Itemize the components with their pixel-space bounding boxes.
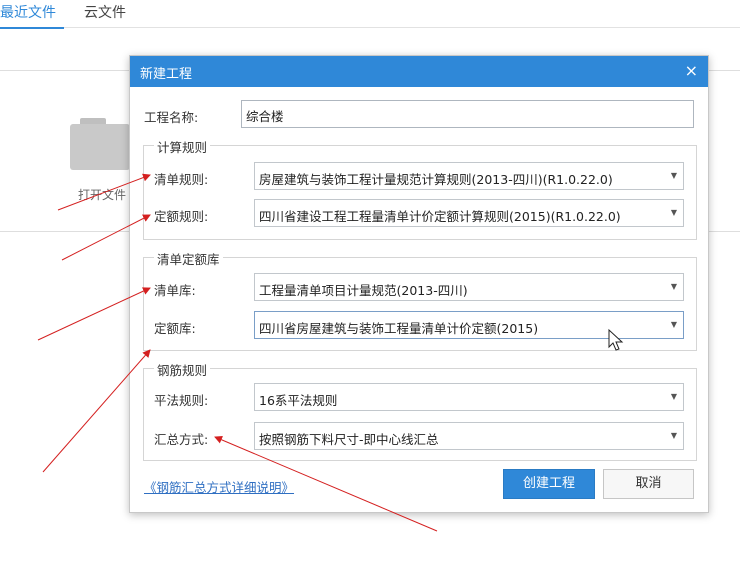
open-file-label[interactable]: 打开文件 <box>78 186 126 203</box>
chevron-down-icon: ▼ <box>670 208 677 217</box>
chevron-down-icon: ▼ <box>670 171 677 180</box>
close-icon[interactable]: × <box>685 61 698 80</box>
qingdan-rule-label: 清单规则: <box>154 172 209 187</box>
cancel-button[interactable]: 取消 <box>603 469 694 499</box>
dinge-rule-select[interactable]: 四川省建设工程工程量清单计价定额计算规则(2015)(R1.0.22.0) ▼ <box>254 199 684 227</box>
summary-method-select[interactable]: 按照钢筋下料尺寸-即中心线汇总 ▼ <box>254 422 684 450</box>
folder-icon[interactable] <box>70 118 130 170</box>
project-name-label: 工程名称: <box>144 110 199 125</box>
pingfa-rule-select[interactable]: 16系平法规则 ▼ <box>254 383 684 411</box>
file-tabs: 最近文件 云文件 <box>0 0 740 29</box>
rebar-rules-group: 钢筋规则 平法规则: 16系平法规则 ▼ 汇总方式: 按照钢筋下料尺寸-即中心线… <box>143 360 697 461</box>
chevron-down-icon: ▼ <box>670 431 677 440</box>
chevron-down-icon: ▼ <box>670 282 677 291</box>
dialog-titlebar: 新建工程 × <box>130 56 708 87</box>
qingdan-rule-value: 房屋建筑与装饰工程计量规范计算规则(2013-四川)(R1.0.22.0) <box>259 172 613 187</box>
libraries-title: 清单定额库 <box>154 249 223 268</box>
summary-method-value: 按照钢筋下料尺寸-即中心线汇总 <box>259 432 439 447</box>
calc-rules-group: 计算规则 清单规则: 房屋建筑与装饰工程计量规范计算规则(2013-四川)(R1… <box>143 137 697 240</box>
qingdan-lib-value: 工程量清单项目计量规范(2013-四川) <box>259 283 468 298</box>
project-name-input[interactable]: 综合楼 <box>241 100 694 128</box>
dinge-lib-value: 四川省房屋建筑与装饰工程量清单计价定额(2015) <box>259 321 539 336</box>
pingfa-rule-label: 平法规则: <box>154 393 209 408</box>
tab-recent-files[interactable]: 最近文件 <box>0 2 64 29</box>
summary-method-label: 汇总方式: <box>154 432 209 447</box>
chevron-down-icon: ▼ <box>670 392 677 401</box>
pingfa-rule-value: 16系平法规则 <box>259 393 338 408</box>
dialog-title: 新建工程 <box>140 67 193 82</box>
qingdan-rule-select[interactable]: 房屋建筑与装饰工程计量规范计算规则(2013-四川)(R1.0.22.0) ▼ <box>254 162 684 190</box>
calc-rules-title: 计算规则 <box>154 137 211 156</box>
new-project-dialog: 新建工程 × 工程名称: 综合楼 计算规则 清单规则: 房屋建筑与装饰工程计量规… <box>129 55 709 513</box>
dinge-rule-value: 四川省建设工程工程量清单计价定额计算规则(2015)(R1.0.22.0) <box>259 209 621 224</box>
dinge-rule-label: 定额规则: <box>154 209 209 224</box>
qingdan-lib-select[interactable]: 工程量清单项目计量规范(2013-四川) ▼ <box>254 273 684 301</box>
rebar-summary-detail-link[interactable]: 《钢筋汇总方式详细说明》 <box>144 477 294 496</box>
dinge-lib-label: 定额库: <box>154 321 196 336</box>
libraries-group: 清单定额库 清单库: 工程量清单项目计量规范(2013-四川) ▼ 定额库: 四… <box>143 249 697 351</box>
chevron-down-icon: ▼ <box>670 320 677 329</box>
create-project-button[interactable]: 创建工程 <box>503 469 595 499</box>
rebar-rules-title: 钢筋规则 <box>154 360 211 379</box>
dinge-lib-select[interactable]: 四川省房屋建筑与装饰工程量清单计价定额(2015) ▼ <box>254 311 684 339</box>
qingdan-lib-label: 清单库: <box>154 283 196 298</box>
tab-cloud-files[interactable]: 云文件 <box>84 2 126 22</box>
